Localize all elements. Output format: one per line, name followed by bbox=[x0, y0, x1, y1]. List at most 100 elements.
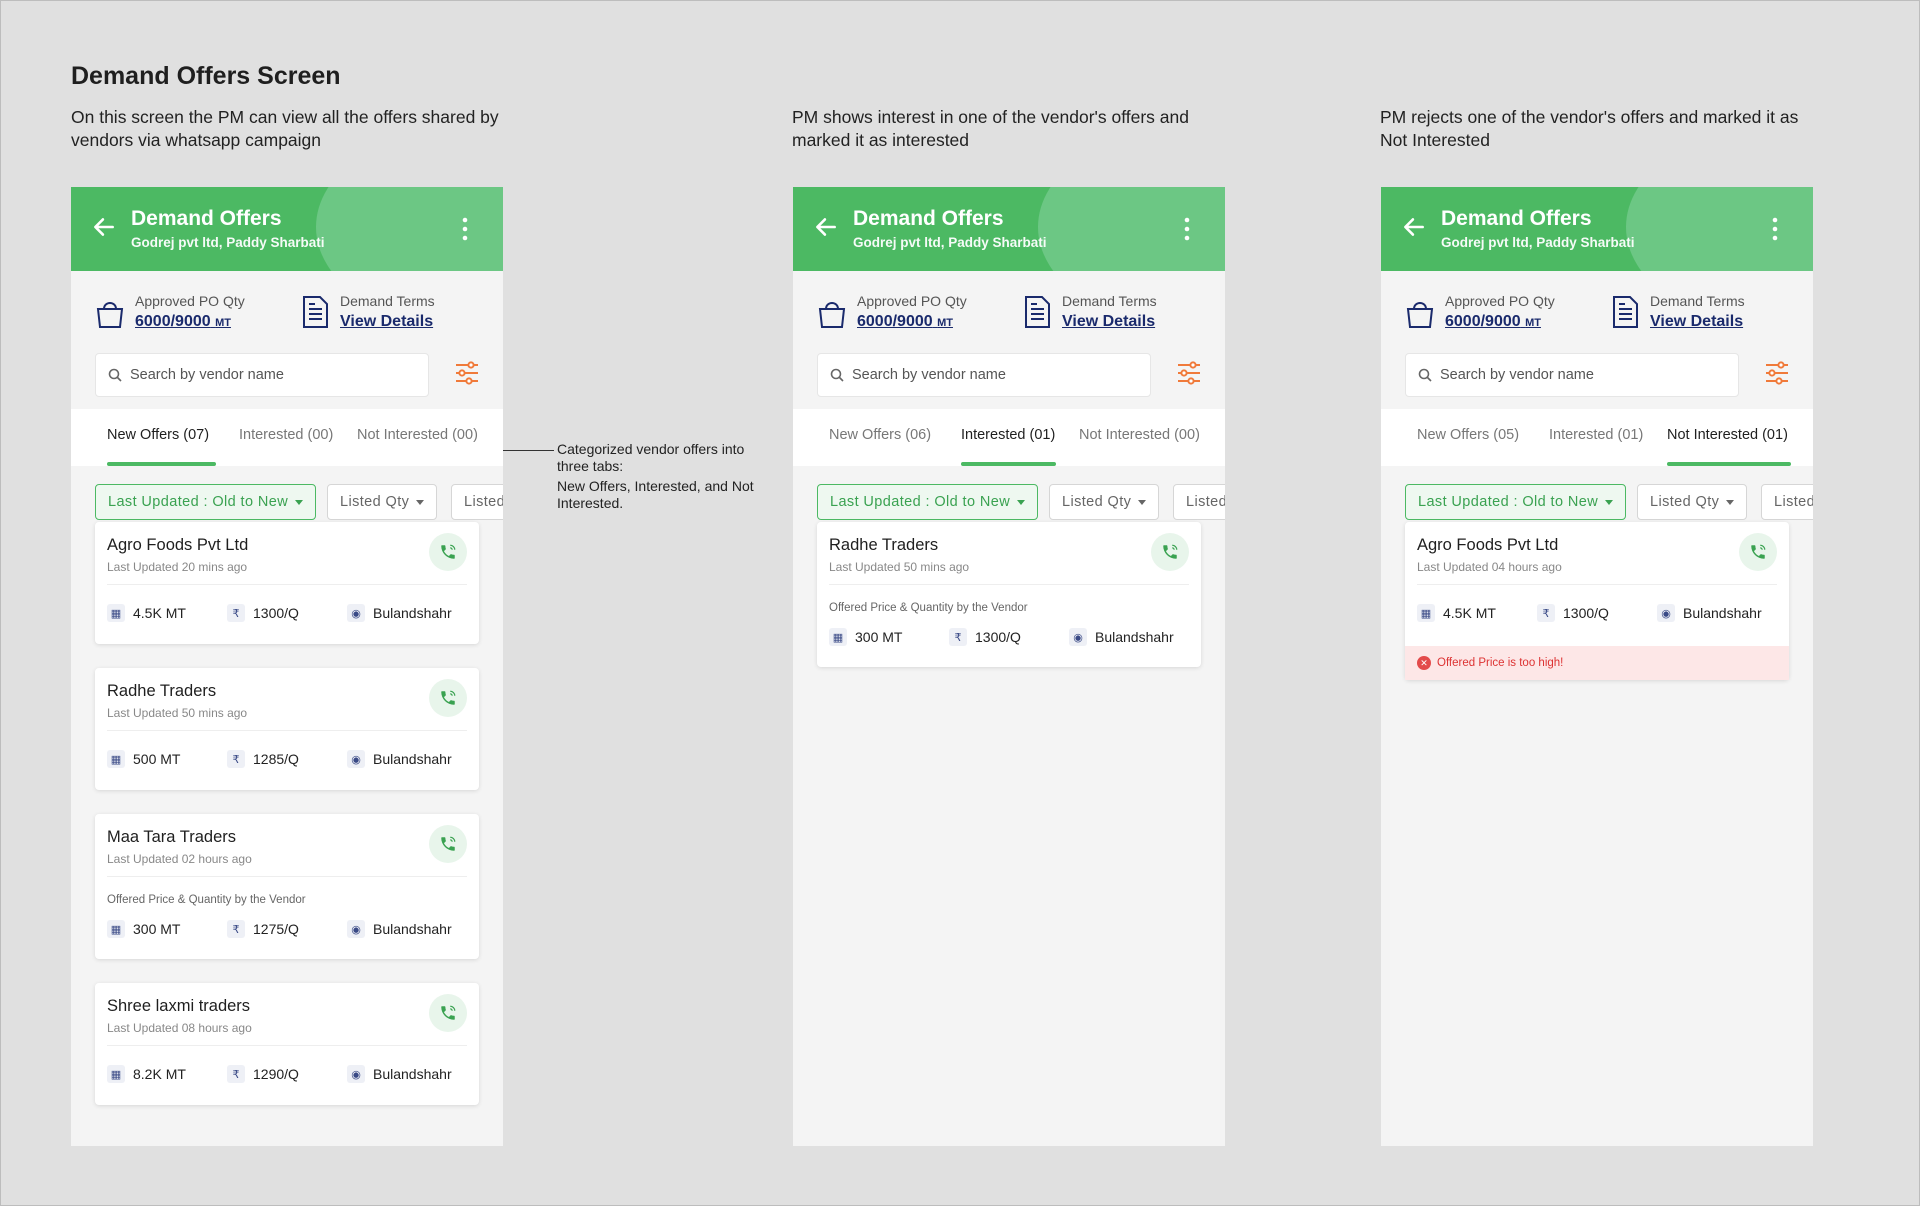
sort-chip-last-updated[interactable]: Last Updated : Old to New bbox=[817, 484, 1039, 520]
search-input[interactable]: Search by vendor name bbox=[1405, 353, 1739, 397]
offer-tabs: New Offers (05) Interested (01) Not Inte… bbox=[1381, 409, 1813, 466]
view-details-link[interactable]: View Details bbox=[340, 313, 435, 331]
po-qty-value[interactable]: 6000/9000 MT bbox=[857, 313, 967, 331]
price-value: 1300/Q bbox=[1563, 605, 1609, 621]
tab-new-offers[interactable]: New Offers (07) bbox=[107, 427, 209, 443]
offer-location: ◉ Bulandshahr bbox=[347, 604, 452, 622]
sort-chip-more[interactable]: Listed bbox=[1173, 484, 1225, 520]
po-qty-number: 6000/9000 bbox=[135, 313, 211, 330]
card-divider bbox=[107, 584, 467, 585]
approved-po-qty: Approved PO Qty 6000/9000 MT bbox=[817, 293, 967, 331]
tab-not-interested[interactable]: Not Interested (00) bbox=[357, 427, 478, 443]
offer-quantity: ▦ 300 MT bbox=[107, 920, 227, 938]
po-qty-value[interactable]: 6000/9000 MT bbox=[135, 313, 245, 331]
rejection-reason: ✕ Offered Price is too high! bbox=[1405, 646, 1789, 680]
more-options-icon[interactable] bbox=[462, 217, 468, 241]
sort-chip-listed-qty[interactable]: Listed Qty bbox=[327, 484, 438, 520]
screen-subtitle: Godrej pvt ltd, Paddy Sharbati bbox=[853, 235, 1047, 250]
app-bar-decoration bbox=[316, 187, 503, 271]
demand-terms-label: Demand Terms bbox=[1062, 293, 1157, 309]
vendor-offer-card[interactable]: Radhe Traders Last Updated 50 mins ago ▦… bbox=[95, 668, 479, 790]
rupee-icon: ₹ bbox=[1537, 604, 1555, 622]
page-title: Demand Offers Screen bbox=[71, 62, 341, 90]
tab-interested[interactable]: Interested (01) bbox=[1549, 427, 1643, 443]
more-options-icon[interactable] bbox=[1772, 217, 1778, 241]
filter-sliders-icon[interactable] bbox=[1764, 361, 1790, 385]
phone-call-icon bbox=[441, 690, 456, 705]
screen-3-description: PM rejects one of the vendor's offers an… bbox=[1380, 107, 1799, 150]
offer-price: ₹1275/Q bbox=[227, 920, 347, 938]
sort-chip-more[interactable]: Listed bbox=[451, 484, 503, 520]
vendor-offer-card[interactable]: Agro Foods Pvt Ltd Last Updated 20 mins … bbox=[95, 522, 479, 644]
filter-sliders-icon[interactable] bbox=[454, 361, 480, 385]
app-bar: Demand Offers Godrej pvt ltd, Paddy Shar… bbox=[1381, 187, 1813, 271]
back-arrow-icon[interactable] bbox=[813, 214, 839, 240]
sort-chip-last-updated[interactable]: Last Updated : Old to New bbox=[1405, 484, 1627, 520]
location-value: Bulandshahr bbox=[1683, 605, 1762, 621]
tab-new-offers[interactable]: New Offers (05) bbox=[1417, 427, 1519, 443]
call-button[interactable] bbox=[429, 994, 467, 1032]
annotation-note: Categorized vendor offers into three tab… bbox=[557, 441, 757, 512]
offer-location: ◉ Bulandshahr bbox=[347, 1065, 452, 1083]
bag-icon bbox=[1406, 302, 1434, 328]
sort-chip-more[interactable]: Listed bbox=[1761, 484, 1813, 520]
document-icon bbox=[1613, 296, 1638, 328]
tab-interested[interactable]: Interested (01) bbox=[961, 427, 1055, 443]
offer-location: ◉ Bulandshahr bbox=[347, 750, 452, 768]
vendor-offer-card[interactable]: Shree laxmi traders Last Updated 08 hour… bbox=[95, 983, 479, 1105]
call-button[interactable] bbox=[429, 533, 467, 571]
vendor-name: Radhe Traders bbox=[829, 536, 939, 554]
summary-section: Approved PO Qty 6000/9000 MT Demand Term… bbox=[1381, 271, 1813, 397]
search-input[interactable]: Search by vendor name bbox=[95, 353, 429, 397]
sort-chip-listed-qty[interactable]: Listed Qty bbox=[1049, 484, 1160, 520]
search-icon bbox=[830, 368, 844, 382]
view-details-link[interactable]: View Details bbox=[1062, 313, 1157, 331]
search-icon bbox=[108, 368, 122, 382]
sort-chip-qty-label: Listed Qty bbox=[1650, 494, 1720, 510]
call-button[interactable] bbox=[429, 825, 467, 863]
vendor-offer-card[interactable]: Radhe Traders Last Updated 50 mins ago O… bbox=[817, 522, 1201, 667]
call-button[interactable] bbox=[429, 679, 467, 717]
location-pin-icon: ◉ bbox=[1069, 628, 1087, 646]
last-updated: Last Updated 50 mins ago bbox=[829, 560, 970, 574]
search-placeholder: Search by vendor name bbox=[1440, 367, 1594, 383]
search-input[interactable]: Search by vendor name bbox=[817, 353, 1151, 397]
sort-chip-label: Last Updated : Old to New bbox=[1418, 494, 1599, 510]
vendor-offer-card[interactable]: Agro Foods Pvt Ltd Last Updated 04 hours… bbox=[1405, 522, 1789, 680]
view-details-link[interactable]: View Details bbox=[1650, 313, 1745, 331]
sort-chip-listed-qty[interactable]: Listed Qty bbox=[1637, 484, 1748, 520]
offer-note: Offered Price & Quantity by the Vendor bbox=[829, 602, 1028, 614]
warehouse-icon: ▦ bbox=[107, 1065, 125, 1083]
po-qty-value[interactable]: 6000/9000 MT bbox=[1445, 313, 1555, 331]
vendor-offer-card[interactable]: Maa Tara Traders Last Updated 02 hours a… bbox=[95, 814, 479, 959]
filter-sliders-icon[interactable] bbox=[1176, 361, 1202, 385]
back-arrow-icon[interactable] bbox=[1401, 214, 1427, 240]
tab-new-offers[interactable]: New Offers (06) bbox=[829, 427, 931, 443]
call-button[interactable] bbox=[1739, 533, 1777, 571]
demand-terms-label: Demand Terms bbox=[1650, 293, 1745, 309]
approved-po-qty: Approved PO Qty 6000/9000 MT bbox=[95, 293, 245, 331]
location-value: Bulandshahr bbox=[373, 1066, 452, 1082]
location-pin-icon: ◉ bbox=[347, 1065, 365, 1083]
sort-chip-last-updated[interactable]: Last Updated : Old to New bbox=[95, 484, 317, 520]
back-arrow-icon[interactable] bbox=[91, 214, 117, 240]
demand-terms: Demand Terms View Details bbox=[1610, 293, 1745, 331]
phone-call-icon bbox=[1751, 544, 1766, 559]
annotation-line-1: Categorized vendor offers into three tab… bbox=[557, 441, 745, 474]
tab-interested[interactable]: Interested (00) bbox=[239, 427, 333, 443]
annotation-line bbox=[494, 450, 554, 451]
rupee-icon: ₹ bbox=[949, 628, 967, 646]
location-value: Bulandshahr bbox=[373, 921, 452, 937]
last-updated: Last Updated 02 hours ago bbox=[107, 852, 252, 866]
offer-location: ◉ Bulandshahr bbox=[347, 920, 452, 938]
tab-not-interested[interactable]: Not Interested (00) bbox=[1079, 427, 1200, 443]
quantity-value: 500 MT bbox=[133, 751, 181, 767]
price-value: 1300/Q bbox=[253, 605, 299, 621]
document-icon bbox=[1025, 296, 1050, 328]
summary-section: Approved PO Qty 6000/9000 MT Demand Term… bbox=[71, 271, 503, 397]
demand-terms: Demand Terms View Details bbox=[300, 293, 435, 331]
tab-not-interested[interactable]: Not Interested (01) bbox=[1667, 427, 1788, 443]
more-options-icon[interactable] bbox=[1184, 217, 1190, 241]
last-updated: Last Updated 50 mins ago bbox=[107, 706, 248, 720]
call-button[interactable] bbox=[1151, 533, 1189, 571]
